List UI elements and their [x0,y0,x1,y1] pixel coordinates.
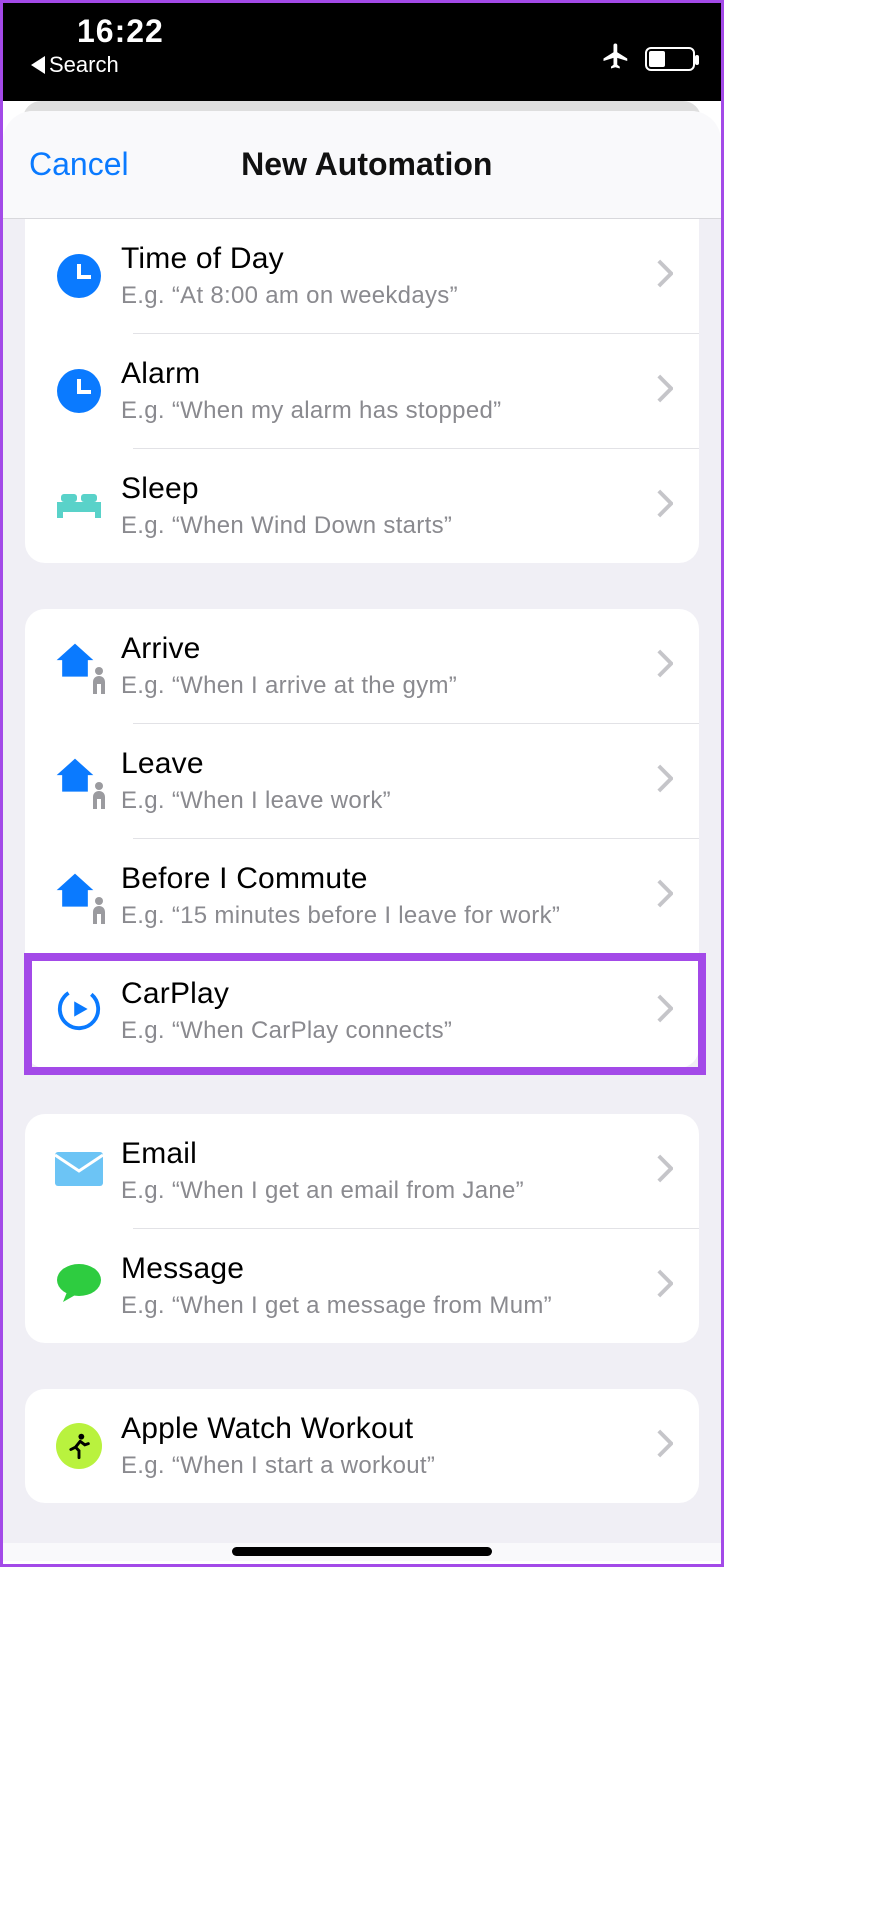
chevron-right-icon [657,880,673,913]
row-leave[interactable]: Leave E.g. “When I leave work” [25,724,699,838]
content-scroll[interactable]: Time of Day E.g. “At 8:00 am on weekdays… [3,219,721,1543]
row-title: Leave [121,747,639,781]
row-subtitle: E.g. “When CarPlay connects” [121,1017,639,1045]
home-commute-icon [53,870,105,922]
trigger-group-location: Arrive E.g. “When I arrive at the gym” L… [25,609,699,1068]
trigger-group-workout: Apple Watch Workout E.g. “When I start a… [25,1389,699,1503]
row-carplay[interactable]: CarPlay E.g. “When CarPlay connects” [25,954,699,1068]
clock-icon [57,254,101,298]
row-email[interactable]: Email E.g. “When I get an email from Jan… [25,1114,699,1228]
row-subtitle: E.g. “When I start a workout” [121,1452,639,1480]
modal-sheet: Cancel New Automation Time of Day E.g. “… [3,111,721,1561]
row-subtitle: E.g. “15 minutes before I leave for work… [121,902,639,930]
chevron-right-icon [657,650,673,683]
row-subtitle: E.g. “When I leave work” [121,787,639,815]
row-title: Arrive [121,632,639,666]
workout-icon [56,1423,102,1469]
bed-icon [55,486,103,527]
home-indicator[interactable] [232,1547,492,1556]
clock-icon [57,369,101,413]
status-bar: 16:22 Search [3,3,721,101]
row-title: Before I Commute [121,862,639,896]
carplay-icon [56,986,102,1037]
status-time: 16:22 [27,13,697,50]
status-icons [601,41,695,76]
row-subtitle: E.g. “When I arrive at the gym” [121,672,639,700]
back-label: Search [49,52,119,78]
row-time-of-day[interactable]: Time of Day E.g. “At 8:00 am on weekdays… [25,219,699,333]
row-arrive[interactable]: Arrive E.g. “When I arrive at the gym” [25,609,699,723]
chevron-right-icon [657,1430,673,1463]
row-subtitle: E.g. “When I get an email from Jane” [121,1177,639,1205]
home-leave-icon [53,755,105,807]
trigger-group-time: Time of Day E.g. “At 8:00 am on weekdays… [25,219,699,563]
row-title: Message [121,1252,639,1286]
chevron-right-icon [657,375,673,408]
home-arrive-icon [53,640,105,692]
back-triangle-icon [31,56,45,74]
chevron-right-icon [657,260,673,293]
row-subtitle: E.g. “When I get a message from Mum” [121,1292,639,1320]
nav-bar: Cancel New Automation [3,111,721,219]
back-to-search[interactable]: Search [27,52,697,78]
row-title: CarPlay [121,977,639,1011]
message-icon [55,1262,103,1311]
row-alarm[interactable]: Alarm E.g. “When my alarm has stopped” [25,334,699,448]
battery-icon [645,47,695,71]
chevron-right-icon [657,490,673,523]
chevron-right-icon [657,1270,673,1303]
row-title: Sleep [121,472,639,506]
row-subtitle: E.g. “When Wind Down starts” [121,512,639,540]
row-message[interactable]: Message E.g. “When I get a message from … [25,1229,699,1343]
row-title: Time of Day [121,242,639,276]
row-title: Email [121,1137,639,1171]
mail-icon [54,1151,104,1192]
row-title: Apple Watch Workout [121,1412,639,1446]
chevron-right-icon [657,1155,673,1188]
page-title: New Automation [39,146,695,183]
row-subtitle: E.g. “When my alarm has stopped” [121,397,639,425]
row-title: Alarm [121,357,639,391]
trigger-group-communication: Email E.g. “When I get an email from Jan… [25,1114,699,1343]
row-before-commute[interactable]: Before I Commute E.g. “15 minutes before… [25,839,699,953]
row-workout[interactable]: Apple Watch Workout E.g. “When I start a… [25,1389,699,1503]
row-sleep[interactable]: Sleep E.g. “When Wind Down starts” [25,449,699,563]
chevron-right-icon [657,995,673,1028]
airplane-mode-icon [601,41,631,76]
chevron-right-icon [657,765,673,798]
row-subtitle: E.g. “At 8:00 am on weekdays” [121,282,639,310]
